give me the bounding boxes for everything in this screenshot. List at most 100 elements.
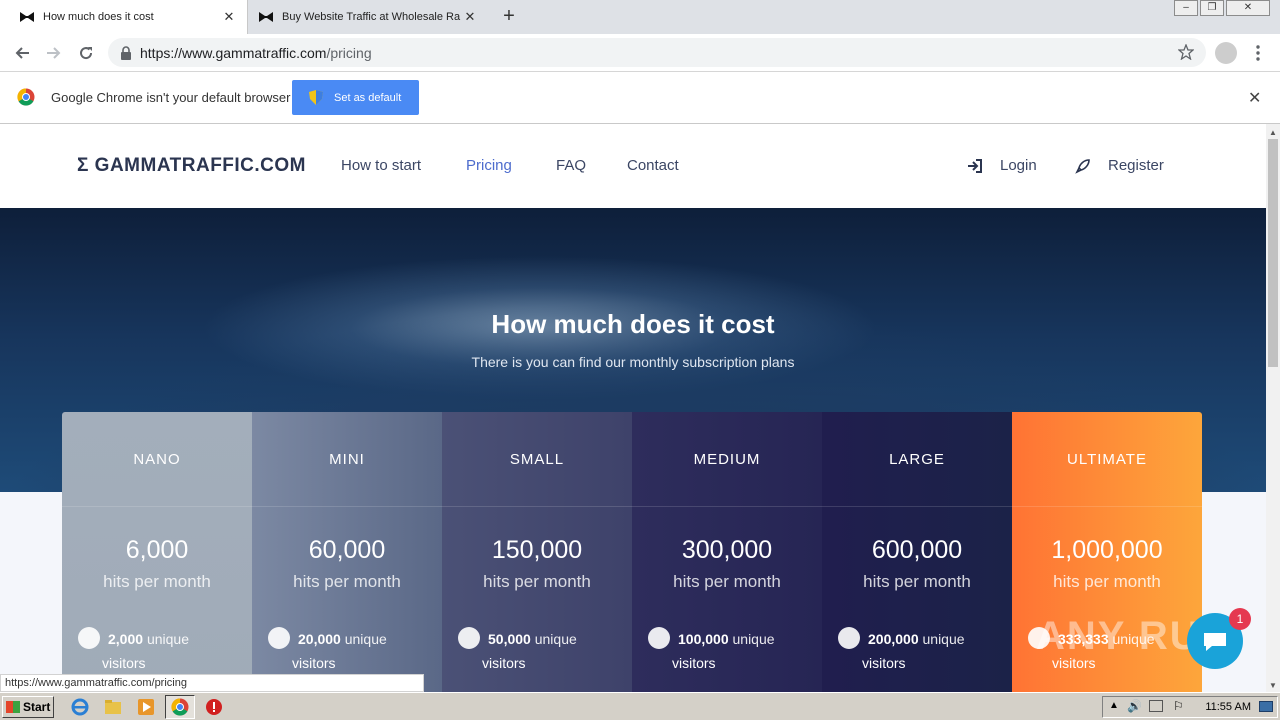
- url-host: https://www.gammatraffic.com: [140, 44, 327, 61]
- tray-expand-icon[interactable]: ▲: [1109, 700, 1119, 711]
- rocket-icon: [1075, 159, 1090, 174]
- bowtie-favicon-icon: [20, 12, 34, 22]
- login-link[interactable]: Login: [1000, 157, 1037, 174]
- bookmark-star-icon[interactable]: [1178, 44, 1194, 60]
- address-bar[interactable]: https://www.gammatraffic.com/pricing: [108, 38, 1206, 67]
- start-label: Start: [23, 700, 51, 714]
- unique-label: unique: [146, 631, 189, 647]
- plan-name: ULTIMATE: [1067, 451, 1147, 468]
- windows-taskbar: Start ▲ 🔊 ⚐ 11:55 AM: [0, 692, 1280, 720]
- restore-icon[interactable]: ❐: [1200, 0, 1224, 16]
- login-icon: [968, 159, 982, 173]
- plan-hits: 300,000: [681, 536, 773, 564]
- plan-name: MEDIUM: [693, 451, 761, 468]
- visitors-label: visitors: [102, 655, 146, 672]
- chat-notification-badge: 1: [1229, 608, 1251, 630]
- close-tab-icon[interactable]: ✕: [221, 9, 237, 25]
- users-icon: [458, 627, 480, 650]
- forward-icon[interactable]: [43, 42, 65, 64]
- pricing-plans: NANO 6,000 hits per month 2,000 unique vi…: [62, 412, 1202, 692]
- plan-hits-unit: hits per month: [103, 572, 211, 591]
- divider: [252, 506, 442, 507]
- plan-unique-visitors: 100,000 unique visitors: [648, 627, 818, 675]
- plan-card-small[interactable]: SMALL 150,000 hits per month 50,000 uniq…: [442, 412, 632, 692]
- site-logo[interactable]: Σ GAMMATRAFFIC.COM: [77, 155, 306, 177]
- divider: [1012, 506, 1202, 507]
- infobar-message: Google Chrome isn't your default browser: [51, 90, 291, 105]
- page-viewport: Σ GAMMATRAFFIC.COM How to start Pricing …: [0, 124, 1266, 692]
- users-icon: [78, 627, 100, 650]
- media-player-icon[interactable]: [137, 698, 155, 716]
- chrome-logo-icon: [17, 88, 35, 106]
- unique-count: 50,000: [488, 631, 531, 647]
- chrome-taskbar-button[interactable]: [165, 695, 195, 719]
- plan-unique-visitors: 200,000 unique visitors: [838, 627, 1008, 675]
- link-status-bar: https://www.gammatraffic.com/pricing: [0, 674, 424, 692]
- start-button[interactable]: Start: [2, 696, 54, 718]
- show-desktop-icon[interactable]: [1259, 701, 1273, 712]
- plan-name: LARGE: [889, 451, 945, 468]
- chrome-icon: [171, 698, 189, 716]
- unique-label: unique: [344, 631, 387, 647]
- tab-title: Buy Website Traffic at Wholesale Ra: [282, 11, 461, 23]
- internet-explorer-icon[interactable]: [71, 698, 89, 716]
- system-tray: ▲ 🔊 ⚐ 11:55 AM: [1102, 696, 1278, 718]
- scroll-up-icon[interactable]: ▲: [1269, 128, 1277, 137]
- bowtie-favicon-icon: [259, 12, 273, 22]
- tab-how-much-does-it-cost[interactable]: How much does it cost ✕: [0, 0, 248, 34]
- register-link[interactable]: Register: [1108, 157, 1164, 174]
- profile-avatar-icon[interactable]: [1215, 42, 1237, 64]
- set-as-default-button[interactable]: Set as default: [292, 80, 419, 115]
- plan-hits: 6,000: [125, 536, 189, 564]
- chrome-menu-icon[interactable]: [1250, 44, 1266, 62]
- unique-label: unique: [732, 631, 775, 647]
- plan-hits-unit: hits per month: [483, 572, 591, 591]
- plan-hits: 150,000: [491, 536, 583, 564]
- plan-card-mini[interactable]: MINI 60,000 hits per month 20,000 unique…: [252, 412, 442, 692]
- plan-name: SMALL: [509, 451, 565, 468]
- plan-unique-visitors: 2,000 unique visitors: [78, 627, 248, 675]
- lock-icon: [121, 45, 131, 60]
- close-tab-icon[interactable]: ✕: [462, 9, 478, 25]
- flag-icon[interactable]: ⚐: [1173, 699, 1184, 713]
- visitors-label: visitors: [292, 655, 336, 672]
- plan-unique-visitors: 50,000 unique visitors: [458, 627, 628, 675]
- page-scrollbar[interactable]: ▲ ▼: [1266, 124, 1280, 692]
- screen: How much does it cost ✕ Buy Website Traf…: [0, 0, 1280, 720]
- set-as-default-label: Set as default: [334, 91, 402, 104]
- nav-how-to-start[interactable]: How to start: [341, 157, 421, 174]
- new-tab-icon[interactable]: +: [499, 6, 519, 26]
- nav-faq[interactable]: FAQ: [556, 157, 586, 174]
- window-close-icon[interactable]: ✕: [1226, 0, 1270, 16]
- plan-card-medium[interactable]: MEDIUM 300,000 hits per month 100,000 un…: [632, 412, 822, 692]
- plan-name: MINI: [329, 451, 365, 468]
- close-infobar-icon[interactable]: ✕: [1248, 88, 1261, 108]
- clock[interactable]: 11:55 AM: [1205, 701, 1251, 713]
- reload-icon[interactable]: [75, 42, 97, 64]
- plan-card-nano[interactable]: NANO 6,000 hits per month 2,000 unique vi…: [62, 412, 252, 692]
- nav-pricing[interactable]: Pricing: [466, 157, 512, 174]
- scroll-thumb[interactable]: [1268, 139, 1278, 367]
- tab-buy-website-traffic[interactable]: Buy Website Traffic at Wholesale Ra ✕: [250, 0, 488, 34]
- unique-label: unique: [922, 631, 965, 647]
- unique-count: 2,000: [108, 631, 144, 647]
- visitors-label: visitors: [672, 655, 716, 672]
- divider: [62, 506, 252, 507]
- plan-hits-unit: hits per month: [673, 572, 781, 591]
- plan-hits: 1,000,000: [1051, 536, 1163, 564]
- nav-contact[interactable]: Contact: [627, 157, 679, 174]
- volume-icon[interactable]: 🔊: [1127, 699, 1142, 713]
- chat-widget-button[interactable]: 1: [1187, 608, 1251, 669]
- plan-card-large[interactable]: LARGE 600,000 hits per month 200,000 uni…: [822, 412, 1012, 692]
- plan-name: NANO: [133, 451, 181, 468]
- back-icon[interactable]: [11, 42, 33, 64]
- users-icon: [838, 627, 860, 650]
- scroll-down-icon[interactable]: ▼: [1269, 681, 1277, 690]
- folder-icon[interactable]: [104, 698, 122, 716]
- stop-sign-icon[interactable]: [205, 698, 223, 716]
- users-icon: [268, 627, 290, 650]
- minimize-icon[interactable]: –: [1174, 0, 1198, 16]
- network-icon[interactable]: [1149, 700, 1163, 712]
- visitors-label: visitors: [482, 655, 526, 672]
- visitors-label: visitors: [862, 655, 906, 672]
